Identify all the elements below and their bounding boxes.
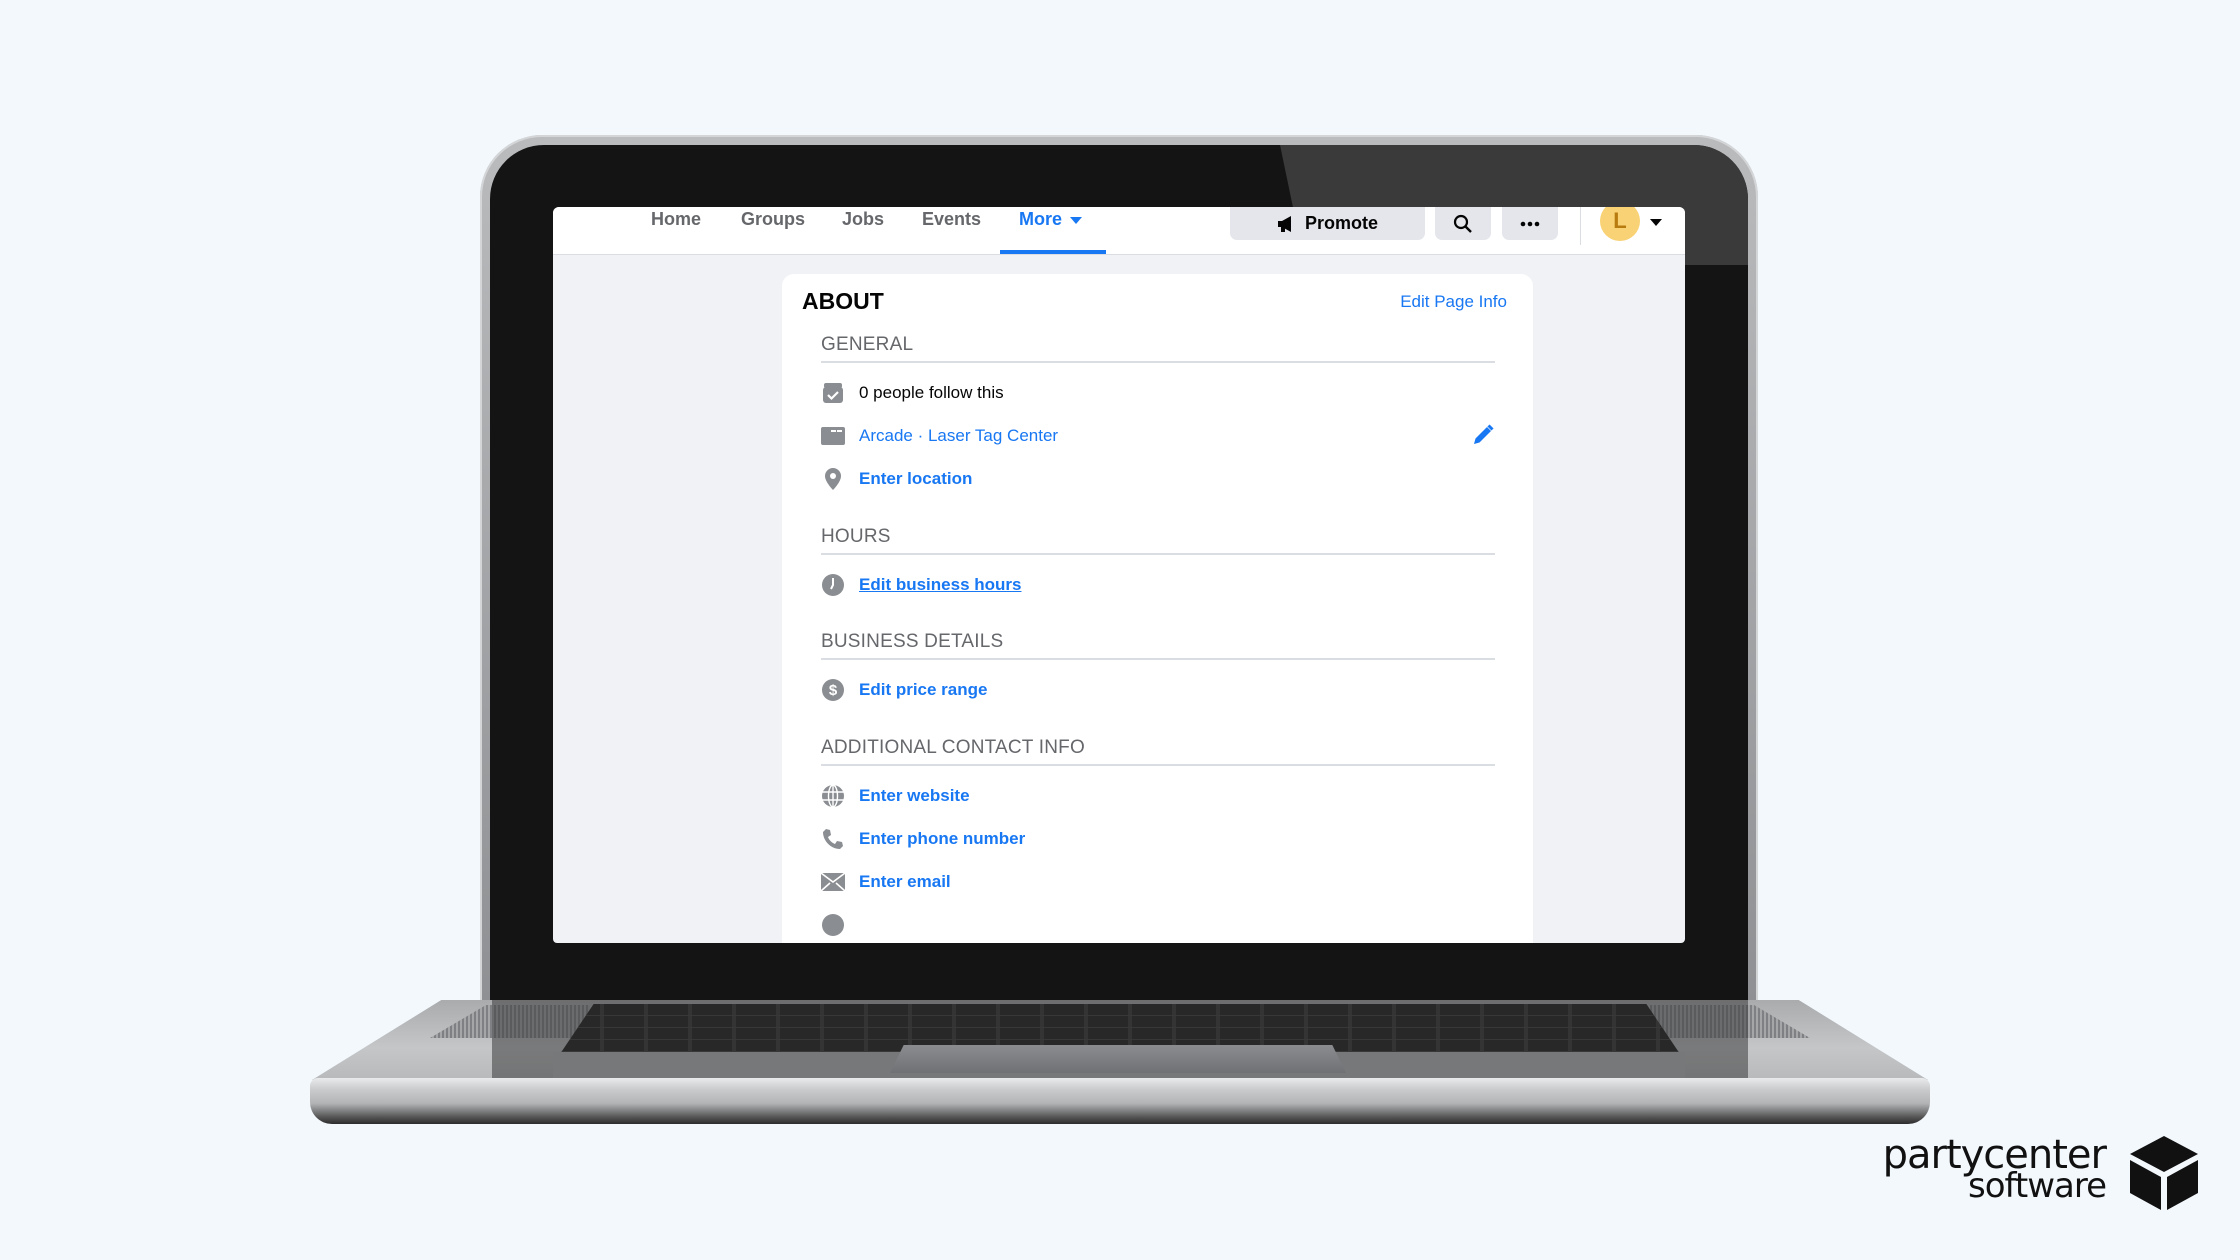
- promote-label: Promote: [1304, 213, 1378, 233]
- edit-pencil-icon[interactable]: [1471, 423, 1495, 452]
- logo-text-line2: software: [1967, 1166, 2107, 1206]
- caret-down-icon: [1070, 216, 1083, 224]
- section-general: GENERAL 0 people follow this Arcade · La…: [821, 334, 1495, 500]
- nav-groups[interactable]: Groups: [741, 207, 805, 254]
- price-row: $ Edit price range: [821, 668, 1495, 711]
- enter-email-link[interactable]: Enter email: [859, 872, 951, 892]
- top-navigation-bar: Home Groups Jobs Events More Promote L: [553, 207, 1685, 255]
- email-row: Enter email: [821, 860, 1495, 903]
- trackpad: [890, 1045, 1346, 1073]
- about-card: ABOUT Edit Page Info GENERAL 0 people fo…: [782, 274, 1533, 943]
- location-row: Enter location: [821, 457, 1495, 500]
- clock-icon: [821, 573, 845, 597]
- section-contact-info: ADDITIONAL CONTACT INFO Enter website En…: [821, 737, 1495, 943]
- partycenter-logo: partycenter software: [1883, 1132, 2200, 1212]
- active-tab-indicator: [1000, 250, 1106, 254]
- website-row: Enter website: [821, 774, 1495, 817]
- avatar-initial: L: [1613, 208, 1627, 233]
- category-link[interactable]: Arcade · Laser Tag Center: [859, 426, 1058, 446]
- svg-text:$: $: [829, 682, 838, 699]
- location-pin-icon: [821, 467, 845, 491]
- followers-row: 0 people follow this: [821, 371, 1495, 414]
- enter-location-link[interactable]: Enter location: [859, 469, 972, 489]
- phone-icon: [821, 827, 845, 851]
- laptop-front-edge: [310, 1078, 1930, 1124]
- account-avatar[interactable]: L: [1600, 207, 1640, 241]
- edit-business-hours-link[interactable]: Edit business hours: [859, 575, 1021, 595]
- clipped-row: [821, 903, 1495, 943]
- section-heading: GENERAL: [821, 334, 1495, 363]
- globe-icon: [821, 783, 845, 808]
- nav-more-label: More: [1019, 209, 1063, 229]
- section-hours: HOURS Edit business hours: [821, 526, 1495, 606]
- edit-price-range-link[interactable]: Edit price range: [859, 680, 987, 700]
- enter-phone-link[interactable]: Enter phone number: [859, 829, 1025, 849]
- followers-count: 0 people follow this: [859, 382, 1004, 402]
- dollar-icon: $: [821, 678, 845, 702]
- cube-logo-icon: [2130, 1136, 2198, 1210]
- section-heading: BUSINESS DETAILS: [821, 631, 1495, 660]
- search-button[interactable]: [1435, 207, 1491, 240]
- section-heading: HOURS: [821, 526, 1495, 555]
- section-heading: ADDITIONAL CONTACT INFO: [821, 737, 1495, 766]
- edit-page-info-link[interactable]: Edit Page Info: [1400, 292, 1507, 312]
- nav-events[interactable]: Events: [922, 207, 981, 254]
- hours-row: Edit business hours: [821, 563, 1495, 606]
- nav-jobs[interactable]: Jobs: [842, 207, 884, 254]
- promote-button[interactable]: Promote: [1230, 207, 1425, 240]
- toolbar-divider: [1580, 207, 1581, 245]
- section-business-details: BUSINESS DETAILS $ Edit price range: [821, 631, 1495, 711]
- account-menu-caret-icon[interactable]: [1650, 214, 1662, 232]
- circle-icon: [821, 913, 845, 937]
- ellipsis-icon: [1520, 221, 1540, 226]
- about-title: ABOUT: [802, 288, 884, 314]
- nav-home[interactable]: Home: [651, 207, 701, 254]
- enter-website-link[interactable]: Enter website: [859, 786, 970, 806]
- follow-check-icon: [821, 381, 845, 405]
- phone-row: Enter phone number: [821, 817, 1495, 860]
- category-row: Arcade · Laser Tag Center: [821, 414, 1495, 457]
- search-icon: [1453, 214, 1472, 233]
- nav-more[interactable]: More: [1019, 207, 1083, 254]
- envelope-icon: [821, 870, 845, 894]
- more-options-button[interactable]: [1502, 207, 1558, 240]
- megaphone-icon: [1277, 215, 1291, 232]
- category-folder-icon: [821, 424, 845, 448]
- laptop-screen: Home Groups Jobs Events More Promote L A…: [553, 207, 1685, 943]
